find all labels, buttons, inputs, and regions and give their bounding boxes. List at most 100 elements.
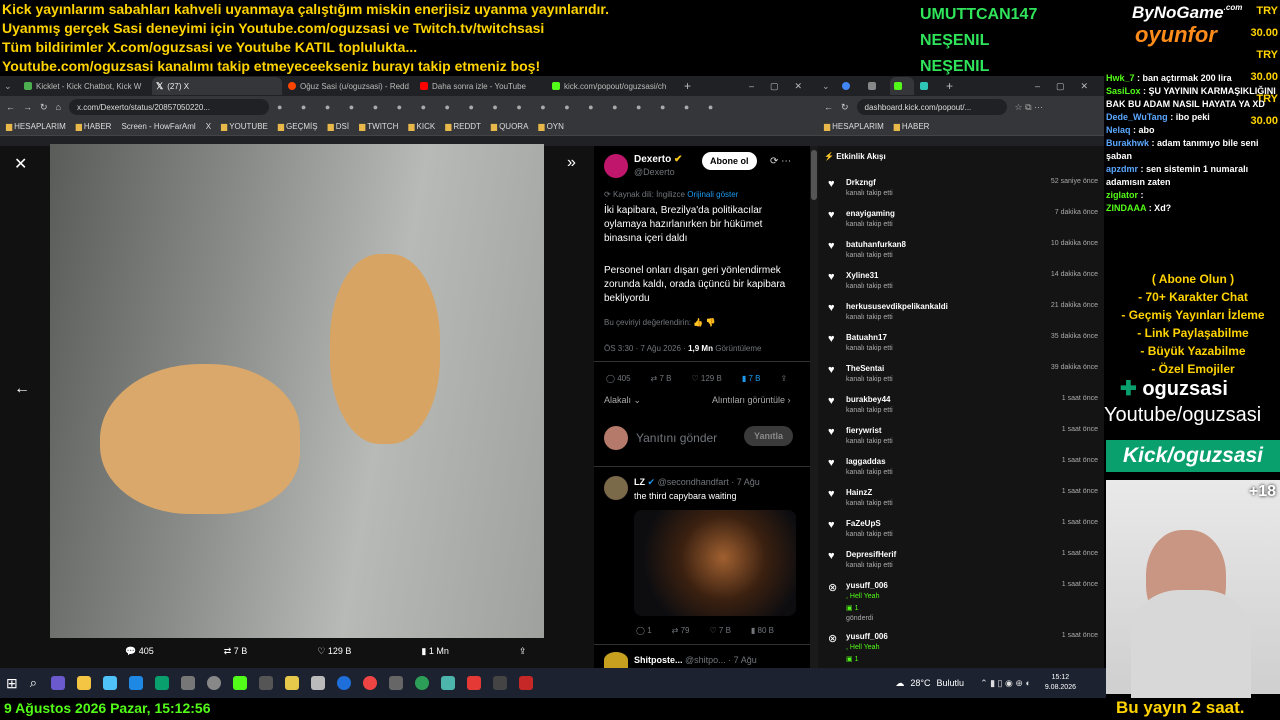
- reply-submit-button[interactable]: Yanıtla: [744, 426, 794, 446]
- app-icon[interactable]: [493, 676, 508, 690]
- bookmark-item[interactable]: ▆ HESAPLARIM: [6, 122, 66, 131]
- follow-button[interactable]: Abone ol: [702, 152, 757, 170]
- bookmark-item[interactable]: Screen - HowFarAml: [121, 122, 195, 131]
- reply-input[interactable]: Yanıtını gönder: [636, 431, 717, 445]
- reply-button[interactable]: 💬 405: [125, 646, 154, 657]
- app-icon[interactable]: [207, 676, 222, 690]
- avatar[interactable]: [604, 154, 628, 178]
- bookmark-item[interactable]: ▆ HABER: [894, 122, 930, 131]
- tab-kick-popout[interactable]: kick.com/popout/oguzsasi/ch: [548, 77, 678, 95]
- tab-b[interactable]: [864, 77, 888, 95]
- brave-icon[interactable]: [467, 676, 482, 690]
- gifter-name[interactable]: yusuff_006: [846, 632, 888, 641]
- home-icon[interactable]: ⌂: [56, 102, 61, 112]
- search-icon[interactable]: ⌕: [30, 675, 37, 691]
- follower-name[interactable]: FaZeUpS: [846, 519, 881, 528]
- bookmark-item[interactable]: ▆ HABER: [76, 122, 112, 131]
- expand-panel-icon[interactable]: »: [567, 154, 576, 172]
- kick-icon[interactable]: [233, 676, 248, 690]
- like-button[interactable]: ♡ 129 B: [317, 646, 351, 657]
- close-icon[interactable]: ✕: [14, 154, 27, 174]
- file-explorer-icon[interactable]: [77, 676, 92, 690]
- gifter-name[interactable]: yusuff_006: [846, 581, 888, 590]
- reload-icon[interactable]: ↻: [40, 102, 48, 113]
- tab-search-icon[interactable]: ⌄: [4, 81, 18, 92]
- reload-icon[interactable]: ↻: [841, 102, 849, 113]
- tab-search-icon[interactable]: ⌄: [822, 81, 836, 92]
- back-icon[interactable]: ←: [6, 102, 15, 112]
- follower-name[interactable]: Batuahn17: [846, 333, 887, 342]
- reply-image[interactable]: [634, 510, 796, 616]
- tab-kick[interactable]: [890, 77, 914, 95]
- follower-name[interactable]: batuhanfurkan8: [846, 240, 906, 249]
- edge-icon[interactable]: [129, 676, 144, 690]
- follower-name[interactable]: HainzZ: [846, 488, 872, 497]
- bookmark-item[interactable]: ▆ TWITCH: [359, 122, 398, 131]
- tab-other[interactable]: [916, 77, 940, 95]
- bookmark-item[interactable]: ▆ HESAPLARIM: [824, 122, 884, 131]
- show-original-link[interactable]: Orijinali göster: [687, 190, 738, 199]
- share-icon[interactable]: ⇪: [780, 374, 787, 383]
- bookmark-item[interactable]: ▆ GEÇMİŞ: [278, 122, 318, 131]
- follower-name[interactable]: fierywrist: [846, 426, 882, 435]
- app-icon[interactable]: [285, 676, 300, 690]
- app-icon[interactable]: [103, 676, 118, 690]
- app-icon[interactable]: [441, 676, 456, 690]
- tab-kicklet[interactable]: Kicklet - Kick Chatbot, Kick W: [20, 77, 150, 95]
- new-tab-button[interactable]: +: [684, 79, 691, 93]
- app-icon[interactable]: [311, 676, 326, 690]
- bookmark-item[interactable]: ▆ DSİ: [328, 122, 350, 131]
- tab-youtube[interactable]: Daha sonra izle - YouTube: [416, 77, 546, 95]
- forward-icon[interactable]: →: [23, 102, 32, 112]
- tab-google[interactable]: [838, 77, 862, 95]
- tab-reddit[interactable]: Oğuz Sasi (u/oguzsasi) - Redd: [284, 77, 414, 95]
- extension-icons[interactable]: ● ● ● ● ● ● ● ● ● ● ● ● ● ● ● ● ● ● ●: [277, 102, 721, 112]
- app-icon[interactable]: [51, 676, 66, 690]
- arrow-left-icon[interactable]: ←: [14, 380, 30, 398]
- follower-name[interactable]: burakbey44: [846, 395, 890, 404]
- reply-count[interactable]: ◯ 1: [636, 626, 652, 635]
- follower-name[interactable]: enayigaming: [846, 209, 895, 218]
- url-bar[interactable]: x.com/Dexerto/status/20857050220...: [68, 99, 269, 115]
- follower-name[interactable]: herkususevdikpelikankaldi: [846, 302, 948, 311]
- chrome-icon[interactable]: [363, 676, 378, 690]
- bookmark-item[interactable]: ▆ QUORA: [491, 122, 529, 131]
- capybara-video[interactable]: [50, 144, 544, 638]
- author-handle[interactable]: @Dexerto: [634, 167, 675, 177]
- bookmark-item[interactable]: ▆ KICK: [408, 122, 435, 131]
- view-quotes-link[interactable]: Alıntıları görüntüle ›: [712, 395, 791, 405]
- camera-icon[interactable]: [181, 676, 196, 690]
- app-icon[interactable]: [337, 676, 352, 690]
- follower-name[interactable]: Drkzngf: [846, 178, 876, 187]
- views-button[interactable]: ▮ 1 Mn: [421, 646, 448, 657]
- bookmark-item[interactable]: ▆ REDDT: [445, 122, 481, 131]
- like-count[interactable]: ♡ 7 B: [709, 626, 730, 635]
- reply-count[interactable]: ◯ 405: [606, 374, 631, 383]
- follower-name[interactable]: Xyline31: [846, 271, 878, 280]
- clock[interactable]: 15:12 9.08.2026: [1045, 673, 1076, 693]
- app-icon[interactable]: [519, 676, 534, 690]
- like-count[interactable]: ♡ 129 B: [692, 374, 722, 383]
- tab-x[interactable]: 𝕏 (27) X: [152, 77, 282, 95]
- window-controls[interactable]: –▢✕: [1035, 81, 1104, 92]
- app-icon[interactable]: [259, 676, 274, 690]
- reply-avatar[interactable]: [604, 652, 628, 668]
- extension-icons[interactable]: ☆ ⧉ ⋯: [1015, 102, 1044, 113]
- follower-name[interactable]: laggaddas: [846, 457, 886, 466]
- app-icon[interactable]: [389, 676, 404, 690]
- views-count[interactable]: ▮ 80 B: [751, 626, 774, 635]
- bookmark-count[interactable]: ▮ 7 B: [742, 374, 761, 383]
- url-bar[interactable]: dashboard.kick.com/popout/...: [856, 99, 1007, 115]
- repost-count[interactable]: ⇄ 79: [672, 626, 690, 635]
- window-controls[interactable]: –▢✕: [749, 81, 818, 92]
- windows-start-icon[interactable]: ⊞: [6, 675, 18, 692]
- tray-icons[interactable]: ⌃ ▮ ▯ ◉ ⊕ ◐: [980, 678, 1031, 689]
- more-icon[interactable]: ⟳ ⋯: [770, 156, 791, 167]
- follower-name[interactable]: TheSentai: [846, 364, 884, 373]
- sort-dropdown[interactable]: Alakalı ⌄: [604, 395, 641, 406]
- author-name[interactable]: Dexerto ✔: [634, 154, 682, 165]
- new-tab-button[interactable]: +: [946, 79, 953, 93]
- follower-name[interactable]: DepresifHerif: [846, 550, 896, 559]
- bookmark-item[interactable]: X: [206, 122, 211, 131]
- app-icon[interactable]: [155, 676, 170, 690]
